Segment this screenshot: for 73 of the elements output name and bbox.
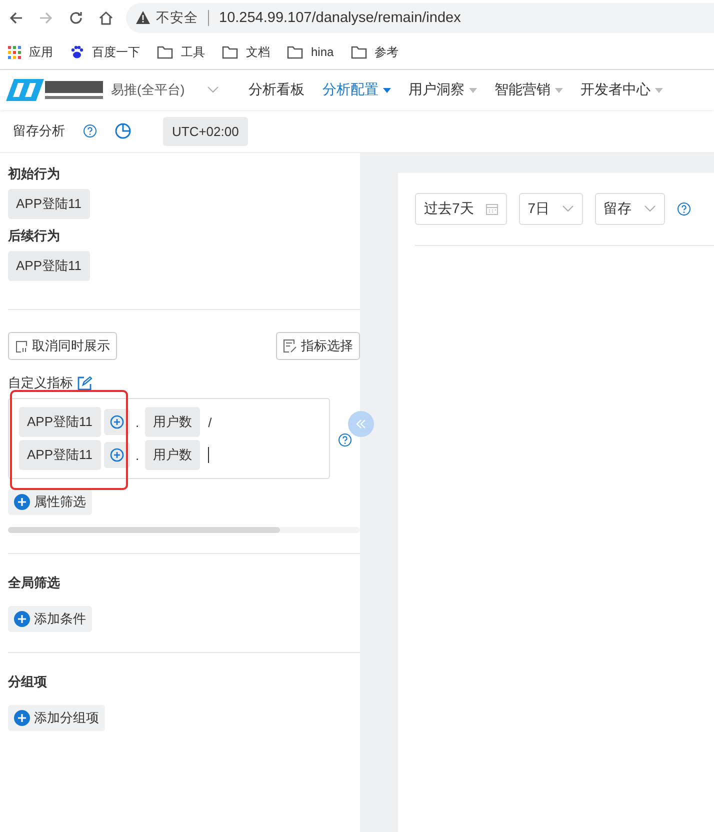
chevron-down-icon [644, 205, 656, 213]
event-chip[interactable]: APP登陆11 [19, 440, 101, 470]
project-selector[interactable]: 易推(全平台) [111, 81, 219, 99]
measure-chip[interactable]: 用户数 [145, 440, 200, 470]
folder-icon [157, 46, 173, 58]
divide-operator: / [208, 414, 212, 430]
section-heading: 全局筛选 [8, 574, 61, 592]
metric-select-button[interactable]: 指标选择 [276, 332, 360, 360]
event-chip[interactable]: APP登陆11 [8, 251, 90, 281]
attribute-filter-button[interactable]: 属性筛选 [8, 489, 92, 515]
back-icon[interactable] [8, 10, 24, 26]
nav-menu-item[interactable]: 用户洞察 [408, 81, 477, 99]
add-condition-button[interactable]: 添加条件 [8, 606, 92, 632]
reload-icon[interactable] [68, 10, 84, 26]
dot-separator: . [134, 414, 140, 430]
date-range-picker[interactable]: 过去7天 [415, 193, 507, 225]
metric-dropdown[interactable]: 留存 [594, 193, 665, 225]
warning-icon [136, 11, 150, 24]
folder-icon [222, 46, 238, 58]
plus-icon [14, 494, 30, 510]
custom-metric-label: 自定义指标 [8, 374, 73, 392]
caret-down-icon [654, 88, 663, 92]
event-chip[interactable]: APP登陆11 [8, 189, 90, 219]
section-heading: 后续行为 [8, 227, 61, 245]
add-group-button[interactable]: 添加分组项 [8, 705, 105, 731]
add-button[interactable] [104, 409, 130, 435]
logo-icon [6, 79, 44, 101]
add-button[interactable] [104, 442, 130, 468]
help-icon[interactable] [83, 124, 97, 138]
timezone-badge[interactable]: UTC+02:00 [163, 116, 248, 146]
address-bar[interactable]: 不安全 10.254.99.107/danalyse/remain/index [126, 2, 714, 32]
measure-chip[interactable]: 用户数 [145, 407, 200, 437]
calendar-icon [486, 203, 498, 215]
nav-menu-item[interactable]: 智能营销 [494, 81, 563, 99]
bookmark[interactable]: 应用 [8, 44, 53, 60]
plus-icon [14, 710, 30, 726]
home-icon[interactable] [98, 10, 114, 26]
apps-grid-icon [8, 46, 21, 58]
cancel-display-button[interactable]: 取消同时展示 [8, 332, 117, 360]
chevron-down-icon [206, 86, 219, 94]
dot-separator: . [134, 448, 140, 462]
bookmark[interactable]: 工具 [157, 44, 205, 60]
folder-icon [350, 46, 367, 58]
section-heading: 分组项 [8, 673, 48, 691]
nav-menu-item[interactable]: 分析配置 [322, 81, 391, 99]
edit-icon[interactable] [77, 376, 92, 390]
bookmark[interactable]: 百度一下 [70, 44, 140, 60]
help-icon[interactable] [676, 202, 691, 216]
paw-icon [70, 45, 84, 59]
double-chevron-left-icon [356, 419, 366, 429]
help-icon[interactable] [338, 432, 352, 446]
edit-document-icon [283, 339, 297, 353]
bookmark[interactable]: 参考 [350, 44, 399, 60]
caret-down-icon [554, 88, 563, 92]
bookmark[interactable]: hina [287, 45, 334, 59]
folder-icon [287, 46, 303, 58]
display-icon [15, 340, 28, 352]
section-heading: 初始行为 [8, 165, 61, 183]
plus-circle-icon [110, 415, 124, 429]
period-dropdown[interactable]: 7日 [518, 193, 583, 225]
caret-down-icon [468, 88, 477, 92]
plus-icon [14, 611, 30, 627]
formula-editor[interactable]: APP登陆11 . 用户数 / APP登陆11 . 用户数 [8, 398, 330, 479]
nav-menu-item[interactable]: 开发者中心 [580, 81, 663, 99]
chevron-down-icon [562, 205, 574, 213]
scrollbar-thumb[interactable] [8, 527, 280, 533]
pie-chart-icon[interactable] [115, 123, 131, 139]
page-title: 留存分析 [13, 122, 65, 140]
event-chip[interactable]: APP登陆11 [19, 407, 101, 437]
plus-circle-icon [110, 448, 124, 462]
nav-menu-item[interactable]: 分析看板 [248, 81, 305, 99]
caret-down-icon [382, 88, 391, 92]
bookmark[interactable]: 文档 [222, 44, 270, 60]
